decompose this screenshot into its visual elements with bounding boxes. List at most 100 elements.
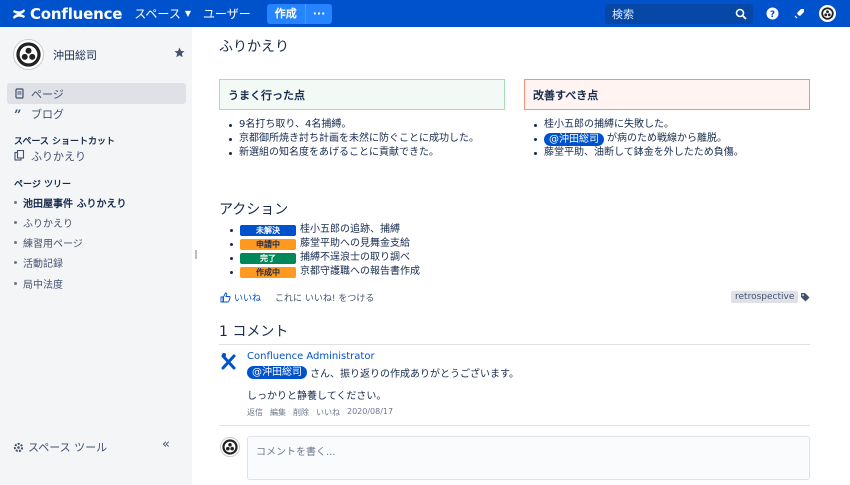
comment-input[interactable]: コメントを書く... <box>247 436 810 480</box>
comment-line: @沖田総司 さん、振り返りの作成ありがとうございます。 <box>247 365 519 380</box>
nav-users-link[interactable]: ユーザー <box>203 5 251 22</box>
nav-spaces-menu[interactable]: スペース ▼ <box>134 5 191 22</box>
app-name: Confluence <box>30 4 123 23</box>
list-item: 9名打ち取り、4名捕縛。 <box>229 118 479 132</box>
tag-icon[interactable] <box>800 292 810 302</box>
improvement-heading: 改善すべき点 <box>533 88 599 102</box>
shortcut-label: ふりかえり <box>31 149 86 163</box>
list-item-text: が病のため戦線から離脱。 <box>607 133 727 144</box>
user-mention[interactable]: @沖田総司 <box>247 366 307 379</box>
bullet-icon <box>14 241 17 244</box>
thumbs-up-icon[interactable] <box>220 292 231 303</box>
page-title: ふりかえり <box>219 39 289 55</box>
main-content: ふりかえり うまく行った点 9名打ち取り、4名捕縛。 京都御所焼き討ち計画を未然… <box>192 27 850 485</box>
good-points-heading: うまく行った点 <box>228 88 305 102</box>
list-item: 新選組の知名度をあげることに貢献できた。 <box>229 146 479 160</box>
tree-item[interactable]: 局中法度 <box>14 276 63 291</box>
action-item: 完了 捕縛不逞浪士の取り調べ <box>230 251 420 265</box>
bullet-icon <box>14 282 17 285</box>
nav-users-label: ユーザー <box>202 7 251 21</box>
space-tools-label: スペース ツール <box>28 441 108 454</box>
admin-avatar-icon <box>221 353 236 370</box>
comment-actions: 返信 編集 削除 いいね 2020/08/17 <box>247 407 400 418</box>
star-icon[interactable] <box>174 47 185 58</box>
like-link[interactable]: いいね <box>316 407 340 418</box>
status-badge: 作成中 <box>240 266 296 278</box>
sidebar-item-label: ブログ <box>31 107 64 121</box>
tree-item-label: 練習用ページ <box>23 239 83 250</box>
page-tree-heading: ページ ツリー <box>14 180 71 190</box>
like-row: いいね これに いいね! をつける <box>220 291 374 304</box>
collapse-sidebar-button[interactable]: « <box>162 437 170 452</box>
tree-item-label: 局中法度 <box>23 280 63 291</box>
tree-item[interactable]: 池田屋事件 ふりかえり <box>14 195 126 210</box>
action-item: 作成中 京都守護職への報告書作成 <box>230 265 420 279</box>
current-user-avatar-icon <box>220 437 240 457</box>
confluence-logo-icon <box>13 8 25 19</box>
sidebar-item-pages[interactable]: ページ <box>7 83 186 104</box>
list-item-text: 藤堂平助、油断して鉢金を外したため負傷。 <box>544 147 744 158</box>
delete-link[interactable]: 削除 <box>293 407 309 418</box>
status-badge: 完了 <box>240 252 296 264</box>
comment-date: 2020/08/17 <box>347 407 394 416</box>
list-item: 桂小五郎の捕縛に失敗した。 <box>534 118 744 132</box>
edit-link[interactable]: 編集 <box>270 407 286 418</box>
list-item: 京都御所焼き討ち計画を未然に防ぐことに成功した。 <box>229 132 479 146</box>
tree-item[interactable]: 活動記録 <box>14 255 63 270</box>
quote-icon: ” <box>14 108 21 119</box>
action-item: 未解決 桂小五郎の追跡、捕縛 <box>230 223 420 237</box>
help-icon[interactable]: ? <box>766 7 779 20</box>
sidebar-item-label: ページ <box>31 87 64 101</box>
bullet-icon <box>14 221 17 224</box>
like-button[interactable]: いいね <box>234 291 261 304</box>
copy-page-icon <box>14 150 25 161</box>
user-avatar-icon[interactable] <box>819 5 836 22</box>
space-name: 沖田総司 <box>53 48 97 62</box>
create-button[interactable]: 作成 <box>267 4 305 24</box>
notification-icon[interactable] <box>793 7 806 20</box>
space-header[interactable]: 沖田総司 <box>13 39 97 70</box>
top-navigation-bar: Confluence スペース ▼ ユーザー 作成 ··· 検索 ? <box>0 0 850 27</box>
tree-item-label: 活動記録 <box>23 259 63 270</box>
comment-text: さん、振り返りの作成ありがとうございます。 <box>310 369 519 380</box>
action-item: 申請中 藤堂平助への見舞金支給 <box>230 237 420 251</box>
divider <box>219 425 810 426</box>
good-points-list: 9名打ち取り、4名捕縛。 京都御所焼き討ち計画を未然に防ぐことに成功した。 新選… <box>229 118 479 160</box>
sidebar-item-blog[interactable]: ” ブログ <box>7 103 186 124</box>
action-text: 藤堂平助への見舞金支給 <box>300 238 410 249</box>
space-tools-button[interactable]: スペース ツール <box>13 439 107 455</box>
shortcut-item[interactable]: ふりかえり <box>7 145 186 166</box>
action-text: 捕縛不逞浪士の取り調べ <box>300 252 410 263</box>
status-badge: 申請中 <box>240 238 296 250</box>
search-input[interactable]: 検索 <box>605 4 753 24</box>
svg-text:?: ? <box>770 10 775 20</box>
list-item-text: 桂小五郎の捕縛に失敗した。 <box>544 119 674 130</box>
svg-text:”: ” <box>14 108 21 119</box>
search-placeholder: 検索 <box>612 8 634 21</box>
good-points-panel: うまく行った点 <box>219 79 505 110</box>
gear-icon <box>13 442 24 452</box>
create-button-group: 作成 ··· <box>266 3 333 24</box>
reply-link[interactable]: 返信 <box>247 407 263 418</box>
chevron-down-icon: ▼ <box>184 9 191 18</box>
tree-item-label: 池田屋事件 ふりかえり <box>23 199 127 210</box>
improvement-list: 桂小五郎の捕縛に失敗した。 @沖田総司 が病のため戦線から離脱。 藤堂平助、油断… <box>534 118 744 160</box>
bullet-icon <box>14 201 17 204</box>
action-text: 桂小五郎の追跡、捕縛 <box>300 224 400 235</box>
actions-heading: アクション <box>219 202 289 218</box>
nav-spaces-label: スペース <box>134 7 181 21</box>
page-icon <box>15 88 24 99</box>
create-more-button[interactable]: ··· <box>304 3 333 24</box>
improvement-panel: 改善すべき点 <box>524 79 810 110</box>
like-prompt: これに いいね! をつける <box>275 294 375 304</box>
tree-item[interactable]: 練習用ページ <box>14 235 83 250</box>
comment-author[interactable]: Confluence Administrator <box>247 351 375 362</box>
comment-text: しっかりと静養してください。 <box>247 391 387 402</box>
tree-item[interactable]: ふりかえり <box>14 215 73 230</box>
list-item: @沖田総司 が病のため戦線から離脱。 <box>534 132 744 146</box>
actions-list: 未解決 桂小五郎の追跡、捕縛 申請中 藤堂平助への見舞金支給 完了 捕縛不逞浪士… <box>230 223 420 279</box>
user-mention[interactable]: @沖田総司 <box>544 132 604 146</box>
confluence-logo[interactable]: Confluence <box>12 5 122 23</box>
status-badge: 未解決 <box>240 224 296 236</box>
label-tag[interactable]: retrospective <box>731 291 799 303</box>
